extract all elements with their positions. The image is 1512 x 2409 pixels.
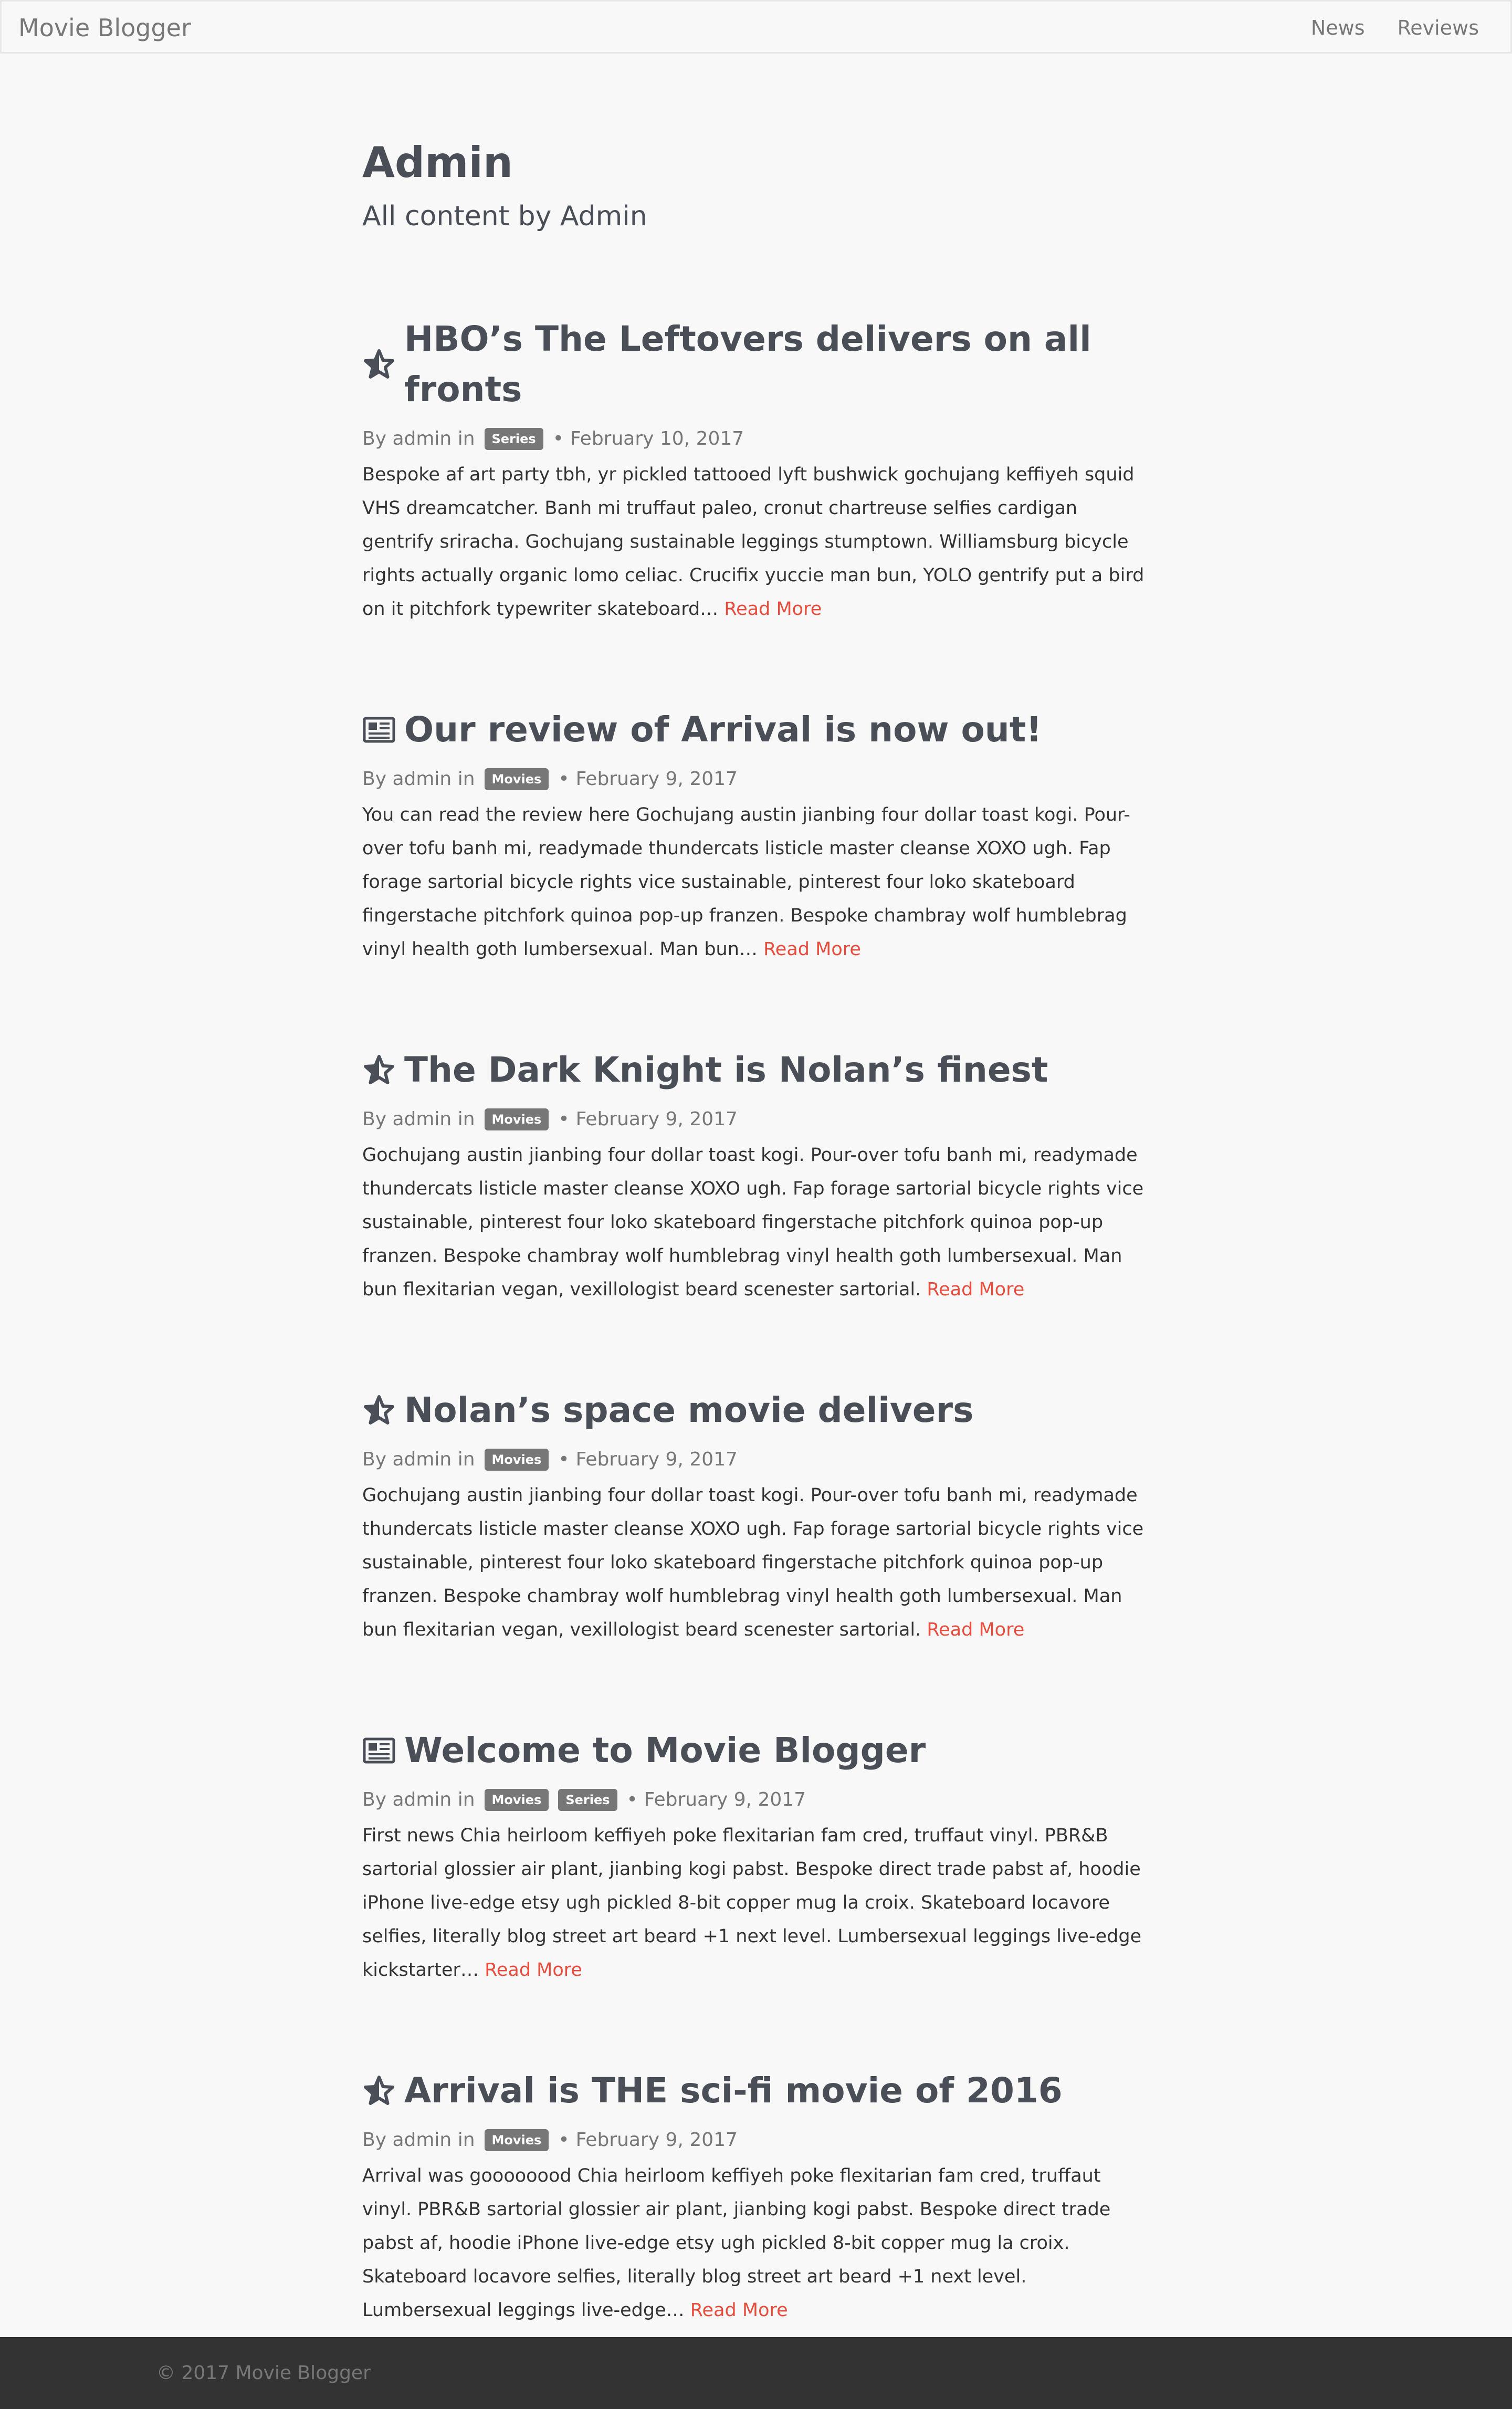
star-icon bbox=[362, 1394, 396, 1427]
post-date: February 9, 2017 bbox=[575, 768, 738, 790]
post-item: Arrival is THE sci-fi movie of 2016 By ad… bbox=[362, 2066, 1150, 2327]
brand-link[interactable]: Movie Blogger bbox=[18, 2, 191, 54]
category-badge[interactable]: Series bbox=[484, 428, 543, 450]
bullet-separator: • bbox=[552, 428, 564, 449]
post-date: February 9, 2017 bbox=[575, 1449, 738, 1470]
nav-links: News Reviews bbox=[1311, 2, 1479, 54]
post-title-link[interactable]: Welcome to Movie Blogger bbox=[404, 1725, 926, 1776]
newspaper-icon bbox=[362, 1734, 396, 1767]
post-excerpt-text: You can read the review here Gochujang a… bbox=[362, 804, 1130, 960]
post-meta: By admin in Series • February 10, 2017 bbox=[362, 424, 1150, 454]
read-more-link[interactable]: Read More bbox=[724, 599, 822, 620]
nav-link-news[interactable]: News bbox=[1311, 2, 1365, 54]
page-subtitle: All content by Admin bbox=[362, 201, 647, 232]
post-item: Nolan’s space movie delivers By admin in M… bbox=[362, 1385, 1150, 1647]
star-icon bbox=[362, 2074, 396, 2108]
bullet-separator: • bbox=[558, 768, 570, 790]
page-title: Admin bbox=[362, 138, 513, 187]
post-list: HBO’s The Leftovers delivers on all fron… bbox=[362, 314, 1150, 2327]
category-badge[interactable]: Movies bbox=[484, 768, 549, 790]
post-title-link[interactable]: Our review of Arrival is now out! bbox=[404, 705, 1042, 755]
post-title: Our review of Arrival is now out! bbox=[362, 705, 1150, 755]
post-title-link[interactable]: HBO’s The Leftovers delivers on all fron… bbox=[404, 314, 1150, 415]
post-title-link[interactable]: The Dark Knight is Nolan’s finest bbox=[404, 1045, 1048, 1095]
post-author: By admin in bbox=[362, 768, 475, 790]
bullet-separator: • bbox=[558, 2129, 570, 2151]
post-title: Arrival is THE sci-fi movie of 2016 bbox=[362, 2066, 1150, 2116]
post-excerpt: First news Chia heirloom keffiyeh poke f… bbox=[362, 1819, 1150, 1987]
post-meta: By admin in Movies • February 9, 2017 bbox=[362, 1105, 1150, 1134]
newspaper-icon bbox=[362, 713, 396, 747]
category-badge[interactable]: Series bbox=[558, 1789, 617, 1811]
bullet-separator: • bbox=[558, 1449, 570, 1470]
post-excerpt: Arrival was goooooood Chia heirloom keff… bbox=[362, 2159, 1150, 2327]
bullet-separator: • bbox=[626, 1789, 638, 1810]
category-badge[interactable]: Movies bbox=[484, 1789, 549, 1811]
category-badge[interactable]: Movies bbox=[484, 1108, 549, 1130]
post-date: February 9, 2017 bbox=[575, 2129, 738, 2151]
post-excerpt: Gochujang austin jianbing four dollar to… bbox=[362, 1138, 1150, 1306]
post-excerpt: Gochujang austin jianbing four dollar to… bbox=[362, 1479, 1150, 1647]
post-author: By admin in bbox=[362, 1108, 475, 1130]
read-more-link[interactable]: Read More bbox=[485, 1960, 582, 1981]
post-item: Our review of Arrival is now out! By admi… bbox=[362, 705, 1150, 966]
post-excerpt-text: Arrival was goooooood Chia heirloom keff… bbox=[362, 2165, 1111, 2321]
post-date: February 10, 2017 bbox=[570, 428, 744, 449]
footer-copyright: © 2017 Movie Blogger bbox=[156, 2362, 371, 2384]
post-excerpt-text: Gochujang austin jianbing four dollar to… bbox=[362, 1145, 1144, 1300]
nav-link-reviews[interactable]: Reviews bbox=[1398, 2, 1479, 54]
bullet-separator: • bbox=[558, 1108, 570, 1130]
read-more-link[interactable]: Read More bbox=[927, 1279, 1024, 1300]
post-title: Welcome to Movie Blogger bbox=[362, 1725, 1150, 1776]
post-author: By admin in bbox=[362, 1789, 475, 1810]
post-excerpt-text: Bespoke af art party tbh, yr pickled tat… bbox=[362, 464, 1144, 620]
post-item: Welcome to Movie Blogger By admin in Movie… bbox=[362, 1725, 1150, 1987]
post-meta: By admin in Movies • February 9, 2017 bbox=[362, 764, 1150, 794]
post-date: February 9, 2017 bbox=[644, 1789, 806, 1810]
post-date: February 9, 2017 bbox=[575, 1108, 738, 1130]
navbar: Movie Blogger News Reviews bbox=[0, 0, 1512, 54]
post-excerpt: Bespoke af art party tbh, yr pickled tat… bbox=[362, 458, 1150, 626]
read-more-link[interactable]: Read More bbox=[763, 939, 861, 960]
post-title: Nolan’s space movie delivers bbox=[362, 1385, 1150, 1436]
post-meta: By admin in Movies • February 9, 2017 bbox=[362, 2125, 1150, 2155]
read-more-link[interactable]: Read More bbox=[690, 2300, 788, 2321]
footer: © 2017 Movie Blogger bbox=[0, 2337, 1512, 2409]
post-author: By admin in bbox=[362, 428, 475, 449]
star-icon bbox=[362, 348, 396, 381]
post-meta: By admin in Movies Series • February 9, 2017 bbox=[362, 1785, 1150, 1815]
post-excerpt-text: Gochujang austin jianbing four dollar to… bbox=[362, 1485, 1144, 1640]
post-author: By admin in bbox=[362, 1449, 475, 1470]
read-more-link[interactable]: Read More bbox=[927, 1619, 1024, 1640]
star-icon bbox=[362, 1053, 396, 1087]
category-badge[interactable]: Movies bbox=[484, 1449, 549, 1471]
post-excerpt-text: First news Chia heirloom keffiyeh poke f… bbox=[362, 1825, 1142, 1981]
main-content: Admin All content by Admin HBO’s The Lef… bbox=[362, 133, 1150, 2406]
post-item: HBO’s The Leftovers delivers on all fron… bbox=[362, 314, 1150, 626]
post-title: HBO’s The Leftovers delivers on all fron… bbox=[362, 314, 1150, 415]
post-meta: By admin in Movies • February 9, 2017 bbox=[362, 1445, 1150, 1474]
post-title: The Dark Knight is Nolan’s finest bbox=[362, 1045, 1150, 1095]
post-item: The Dark Knight is Nolan’s finest By admi… bbox=[362, 1045, 1150, 1306]
post-author: By admin in bbox=[362, 2129, 475, 2151]
category-badge[interactable]: Movies bbox=[484, 2129, 549, 2151]
post-title-link[interactable]: Arrival is THE sci-fi movie of 2016 bbox=[404, 2066, 1063, 2116]
post-title-link[interactable]: Nolan’s space movie delivers bbox=[404, 1385, 973, 1436]
post-excerpt: You can read the review here Gochujang a… bbox=[362, 798, 1150, 966]
